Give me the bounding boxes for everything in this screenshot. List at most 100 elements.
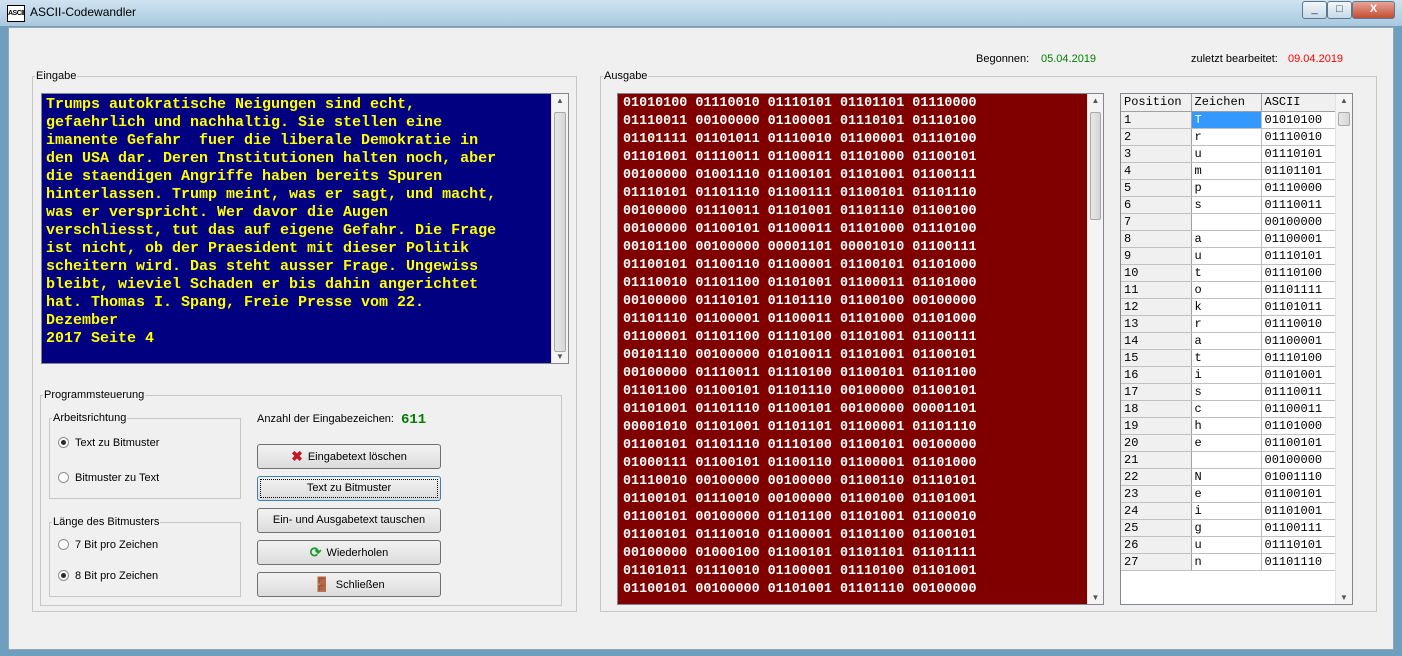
cell-position[interactable]: 16 — [1121, 366, 1192, 384]
cell-position[interactable]: 15 — [1121, 349, 1192, 367]
cell-ascii[interactable]: 01100001 — [1261, 332, 1338, 350]
table-row[interactable]: 23 e 01100101 — [1121, 485, 1338, 503]
cell-char[interactable]: T — [1191, 111, 1262, 129]
table-row[interactable]: 11 o 01101111 — [1121, 281, 1338, 299]
input-scroll-thumb[interactable] — [554, 112, 566, 352]
ascii-table[interactable]: Position Zeichen ASCII 1 T 01010100 2 r 01110… — [1120, 93, 1353, 605]
cell-ascii[interactable]: 01101111 — [1261, 281, 1338, 299]
cell-ascii[interactable]: 01100011 — [1261, 400, 1338, 418]
input-textarea[interactable]: Trumps autokratische Neigungen sind echt… — [41, 93, 569, 364]
output-scroll-thumb[interactable] — [1090, 112, 1101, 220]
cell-ascii[interactable]: 01100101 — [1261, 485, 1338, 503]
table-row[interactable]: 20 e 01100101 — [1121, 434, 1338, 452]
cell-position[interactable]: 1 — [1121, 111, 1192, 129]
cell-ascii[interactable]: 01101000 — [1261, 417, 1338, 435]
table-row[interactable]: 10 t 01110100 — [1121, 264, 1338, 282]
repeat-button[interactable]: ⟳ Wiederholen — [257, 540, 441, 565]
scroll-down-icon[interactable]: ▼ — [1336, 593, 1352, 602]
cell-char[interactable]: e — [1191, 434, 1262, 452]
cell-char[interactable]: e — [1191, 485, 1262, 503]
table-row[interactable]: 7 00100000 — [1121, 213, 1338, 231]
cell-ascii[interactable]: 01110010 — [1261, 128, 1338, 146]
cell-ascii[interactable]: 01101110 — [1261, 553, 1338, 571]
cell-ascii[interactable]: 01010100 — [1261, 111, 1338, 129]
cell-ascii[interactable]: 01101011 — [1261, 298, 1338, 316]
clear-input-button[interactable]: ✖ Eingabetext löschen — [257, 444, 441, 469]
cell-char[interactable]: r — [1191, 315, 1262, 333]
cell-ascii[interactable]: 01110000 — [1261, 179, 1338, 197]
cell-char[interactable]: s — [1191, 383, 1262, 401]
cell-char[interactable]: c — [1191, 400, 1262, 418]
cell-char[interactable]: a — [1191, 332, 1262, 350]
table-row[interactable]: 4 m 01101101 — [1121, 162, 1338, 180]
cell-position[interactable]: 2 — [1121, 128, 1192, 146]
cell-char[interactable]: u — [1191, 145, 1262, 163]
header-zeichen[interactable]: Zeichen — [1191, 94, 1262, 112]
cell-char[interactable]: p — [1191, 179, 1262, 197]
header-position[interactable]: Position — [1121, 94, 1192, 112]
cell-ascii[interactable]: 01110011 — [1261, 383, 1338, 401]
quit-button[interactable]: 🚪 Schließen — [257, 572, 441, 597]
cell-ascii[interactable]: 00100000 — [1261, 213, 1338, 231]
scroll-up-icon[interactable]: ▲ — [1336, 96, 1352, 105]
table-row[interactable]: 12 k 01101011 — [1121, 298, 1338, 316]
table-row[interactable]: 5 p 01110000 — [1121, 179, 1338, 197]
table-row[interactable]: 18 c 01100011 — [1121, 400, 1338, 418]
table-row[interactable]: 3 u 01110101 — [1121, 145, 1338, 163]
radio-8-bit[interactable]: 8 Bit pro Zeichen — [58, 570, 158, 582]
cell-position[interactable]: 14 — [1121, 332, 1192, 350]
table-row[interactable]: 14 a 01100001 — [1121, 332, 1338, 350]
cell-ascii[interactable]: 01110101 — [1261, 536, 1338, 554]
text-to-bits-button[interactable]: Text zu Bitmuster — [257, 476, 441, 501]
cell-ascii[interactable]: 00100000 — [1261, 451, 1338, 469]
cell-char[interactable]: o — [1191, 281, 1262, 299]
cell-position[interactable]: 27 — [1121, 553, 1192, 571]
radio-text-to-bits[interactable]: Text zu Bitmuster — [58, 437, 159, 449]
scroll-down-icon[interactable]: ▼ — [552, 352, 568, 361]
table-scroll-thumb[interactable] — [1338, 112, 1350, 126]
cell-char[interactable]: n — [1191, 553, 1262, 571]
cell-char[interactable]: u — [1191, 247, 1262, 265]
cell-ascii[interactable]: 01100101 — [1261, 434, 1338, 452]
cell-char[interactable]: g — [1191, 519, 1262, 537]
cell-char[interactable]: i — [1191, 366, 1262, 384]
scroll-up-icon[interactable]: ▲ — [552, 96, 568, 105]
table-row[interactable]: 13 r 01110010 — [1121, 315, 1338, 333]
cell-position[interactable]: 6 — [1121, 196, 1192, 214]
cell-position[interactable]: 18 — [1121, 400, 1192, 418]
cell-position[interactable]: 13 — [1121, 315, 1192, 333]
cell-position[interactable]: 24 — [1121, 502, 1192, 520]
table-row[interactable]: 17 s 01110011 — [1121, 383, 1338, 401]
close-window-button[interactable]: X — [1352, 1, 1395, 19]
cell-position[interactable]: 23 — [1121, 485, 1192, 503]
table-row[interactable]: 1 T 01010100 — [1121, 111, 1338, 129]
radio-7-bit[interactable]: 7 Bit pro Zeichen — [58, 539, 158, 551]
cell-char[interactable]: a — [1191, 230, 1262, 248]
output-textarea[interactable]: 01010100 01110010 01110101 01101101 0111… — [617, 93, 1104, 605]
table-row[interactable]: 2 r 01110010 — [1121, 128, 1338, 146]
header-ascii[interactable]: ASCII — [1261, 94, 1338, 112]
table-row[interactable]: 25 g 01100111 — [1121, 519, 1338, 537]
cell-ascii[interactable]: 01100111 — [1261, 519, 1338, 537]
table-scrollbar[interactable]: ▲ ▼ — [1335, 94, 1352, 604]
cell-ascii[interactable]: 01001110 — [1261, 468, 1338, 486]
table-row[interactable]: 6 s 01110011 — [1121, 196, 1338, 214]
cell-char[interactable]: m — [1191, 162, 1262, 180]
cell-char[interactable]: u — [1191, 536, 1262, 554]
radio-dot[interactable] — [58, 472, 69, 483]
table-row[interactable]: 21 00100000 — [1121, 451, 1338, 469]
cell-ascii[interactable]: 01110101 — [1261, 145, 1338, 163]
table-row[interactable]: 9 u 01110101 — [1121, 247, 1338, 265]
minimize-button[interactable]: _ — [1302, 1, 1327, 19]
cell-position[interactable]: 11 — [1121, 281, 1192, 299]
table-row[interactable]: 27 n 01101110 — [1121, 553, 1338, 571]
radio-dot-checked[interactable] — [58, 437, 69, 448]
cell-position[interactable]: 20 — [1121, 434, 1192, 452]
cell-ascii[interactable]: 01100001 — [1261, 230, 1338, 248]
cell-position[interactable]: 7 — [1121, 213, 1192, 231]
cell-char[interactable]: h — [1191, 417, 1262, 435]
table-row[interactable]: 16 i 01101001 — [1121, 366, 1338, 384]
cell-position[interactable]: 9 — [1121, 247, 1192, 265]
radio-dot-checked[interactable] — [58, 570, 69, 581]
table-row[interactable]: 26 u 01110101 — [1121, 536, 1338, 554]
